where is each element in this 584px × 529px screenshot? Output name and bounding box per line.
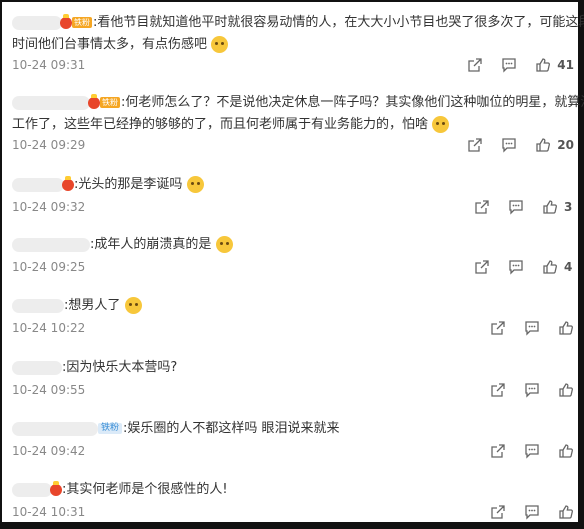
vip-crown-icon (62, 175, 74, 191)
share-icon[interactable] (490, 504, 506, 520)
timestamp: 10-24 09:32 (12, 200, 86, 214)
comment-item: 铁粉:何老师怎么了？不是说他决定休息一阵子吗？其实像他们这种咖位的明星，就算没 … (12, 92, 584, 153)
comment-icon[interactable] (524, 320, 540, 336)
comment-icon[interactable] (524, 504, 540, 520)
fan-badge: 铁粉 (100, 97, 120, 108)
comment-item: 铁粉:看他节目就知道他平时就很容易动情的人，在大大小小节目也哭了很多次了，可能这… (12, 12, 584, 73)
crying-face-icon (215, 236, 233, 253)
username[interactable] (12, 177, 64, 192)
thumbs-up-icon[interactable] (558, 320, 574, 336)
comment-text: 铁粉:何老师怎么了？不是说他决定休息一阵子吗？其实像他们这种咖位的明星，就算没 (12, 92, 584, 114)
thumbs-up-icon[interactable] (535, 137, 551, 153)
fan-badge: 铁粉 (72, 17, 92, 28)
comment-text: :想男人了 (12, 295, 574, 317)
share-icon[interactable] (474, 259, 490, 275)
comment-item: 铁粉:娱乐圈的人不都这样吗 眼泪说来就来 10-24 09:42 (12, 418, 574, 459)
comment-text: 铁粉:看他节目就知道他平时就很容易动情的人，在大大小小节目也哭了很多次了，可能这… (12, 12, 584, 34)
username[interactable] (12, 421, 98, 436)
timestamp: 10-24 09:25 (12, 260, 86, 274)
comment-text: 铁粉:娱乐圈的人不都这样吗 眼泪说来就来 (12, 418, 574, 440)
cat-face-icon (186, 176, 204, 193)
share-icon[interactable] (490, 320, 506, 336)
comment-item: :光头的那是李诞吗 10-24 09:32 3 (12, 174, 574, 215)
vip-crown-icon (60, 13, 72, 29)
timestamp: 10-24 09:31 (12, 58, 86, 72)
comment-item: :因为快乐大本营吗? 10-24 09:55 (12, 357, 574, 398)
share-icon[interactable] (490, 382, 506, 398)
share-icon[interactable] (467, 57, 483, 73)
comment-item: :成年人的崩溃真的是 10-24 09:25 4 (12, 234, 574, 275)
comment-icon[interactable] (501, 137, 517, 153)
username[interactable] (12, 482, 52, 497)
vip-crown-icon (50, 480, 62, 496)
comment-icon[interactable] (508, 259, 524, 275)
username[interactable] (12, 237, 90, 252)
like-count: 3 (564, 200, 573, 214)
comment-icon[interactable] (524, 443, 540, 459)
like-count: 20 (557, 138, 574, 152)
comment-icon[interactable] (508, 199, 524, 215)
thumbs-up-icon[interactable] (542, 259, 558, 275)
timestamp: 10-24 10:31 (12, 505, 86, 519)
comment-item: :其实何老师是个很感性的人! 10-24 10:31 (12, 479, 574, 520)
pleading-face-icon (124, 297, 142, 314)
share-icon[interactable] (490, 443, 506, 459)
username[interactable] (12, 298, 64, 313)
username[interactable] (12, 360, 62, 375)
fan-badge: 铁粉 (98, 423, 123, 434)
comment-icon[interactable] (501, 57, 517, 73)
thumbs-up-icon[interactable] (542, 199, 558, 215)
grin-face-icon (432, 116, 450, 133)
comment-text: :光头的那是李诞吗 (12, 174, 574, 196)
vip-crown-icon (88, 93, 100, 109)
share-icon[interactable] (467, 137, 483, 153)
thumbs-up-icon[interactable] (535, 57, 551, 73)
comment-text: :因为快乐大本营吗? (12, 357, 574, 379)
timestamp: 10-24 09:55 (12, 383, 86, 397)
username[interactable] (12, 15, 62, 30)
thumbs-up-icon[interactable] (558, 443, 574, 459)
like-count: 41 (557, 58, 574, 72)
timestamp: 10-24 10:22 (12, 321, 86, 335)
thumbs-up-icon[interactable] (558, 504, 574, 520)
comment-item: :想男人了 10-24 10:22 (12, 295, 574, 336)
share-icon[interactable] (474, 199, 490, 215)
comment-icon[interactable] (524, 382, 540, 398)
comment-text: :成年人的崩溃真的是 (12, 234, 574, 256)
like-count: 4 (564, 260, 573, 274)
thumbs-up-icon[interactable] (558, 382, 574, 398)
timestamp: 10-24 09:42 (12, 444, 86, 458)
username[interactable] (12, 95, 90, 110)
timestamp: 10-24 09:29 (12, 138, 86, 152)
thinking-face-icon (211, 36, 229, 53)
comment-text: :其实何老师是个很感性的人! (12, 479, 574, 501)
